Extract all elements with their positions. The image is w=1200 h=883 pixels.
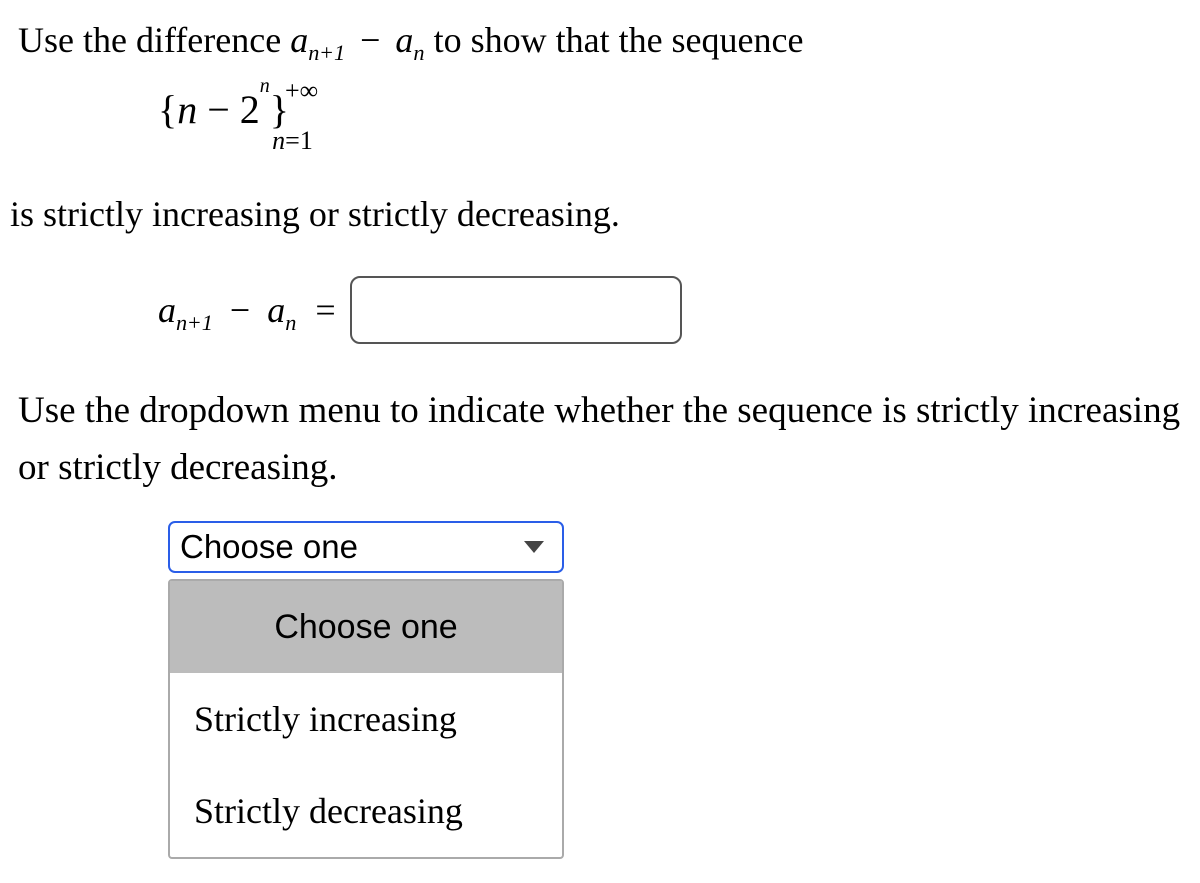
lhs-expression: an+1 − an =	[158, 292, 336, 328]
sequence-definition: {n − 2n} +∞ n=1	[158, 86, 1182, 164]
chevron-down-icon	[524, 541, 544, 553]
difference-answer-input[interactable]	[350, 276, 682, 344]
dropdown-option-increasing[interactable]: Strictly increasing	[170, 673, 562, 765]
dropdown-panel: Choose one Strictly increasing Strictly …	[168, 579, 564, 859]
dropdown-option-decreasing[interactable]: Strictly decreasing	[170, 765, 562, 857]
dropdown-option-placeholder[interactable]: Choose one	[170, 581, 562, 673]
problem-intro-line-1: Use the difference an+1 − an to show tha…	[18, 22, 1182, 58]
monotonicity-dropdown: Choose one Choose one Strictly increasin…	[168, 521, 564, 859]
text-use-diff: Use the difference	[18, 20, 290, 60]
sequence-upper-limit: +∞	[285, 76, 318, 105]
dropdown-instruction: Use the dropdown menu to indicate whethe…	[18, 382, 1182, 497]
difference-equation-row: an+1 − an =	[158, 276, 1182, 344]
dropdown-button[interactable]: Choose one	[168, 521, 564, 573]
sequence-lower-limit: n=1	[272, 126, 313, 155]
problem-intro-line-2: is strictly increasing or strictly decre…	[10, 196, 1182, 232]
text-to-show: to show that the sequence	[425, 20, 804, 60]
minus-sign: −	[360, 20, 380, 60]
dropdown-selected-label: Choose one	[180, 530, 524, 563]
a-nplus1: an+1	[290, 20, 345, 60]
a-n: an	[395, 20, 424, 60]
